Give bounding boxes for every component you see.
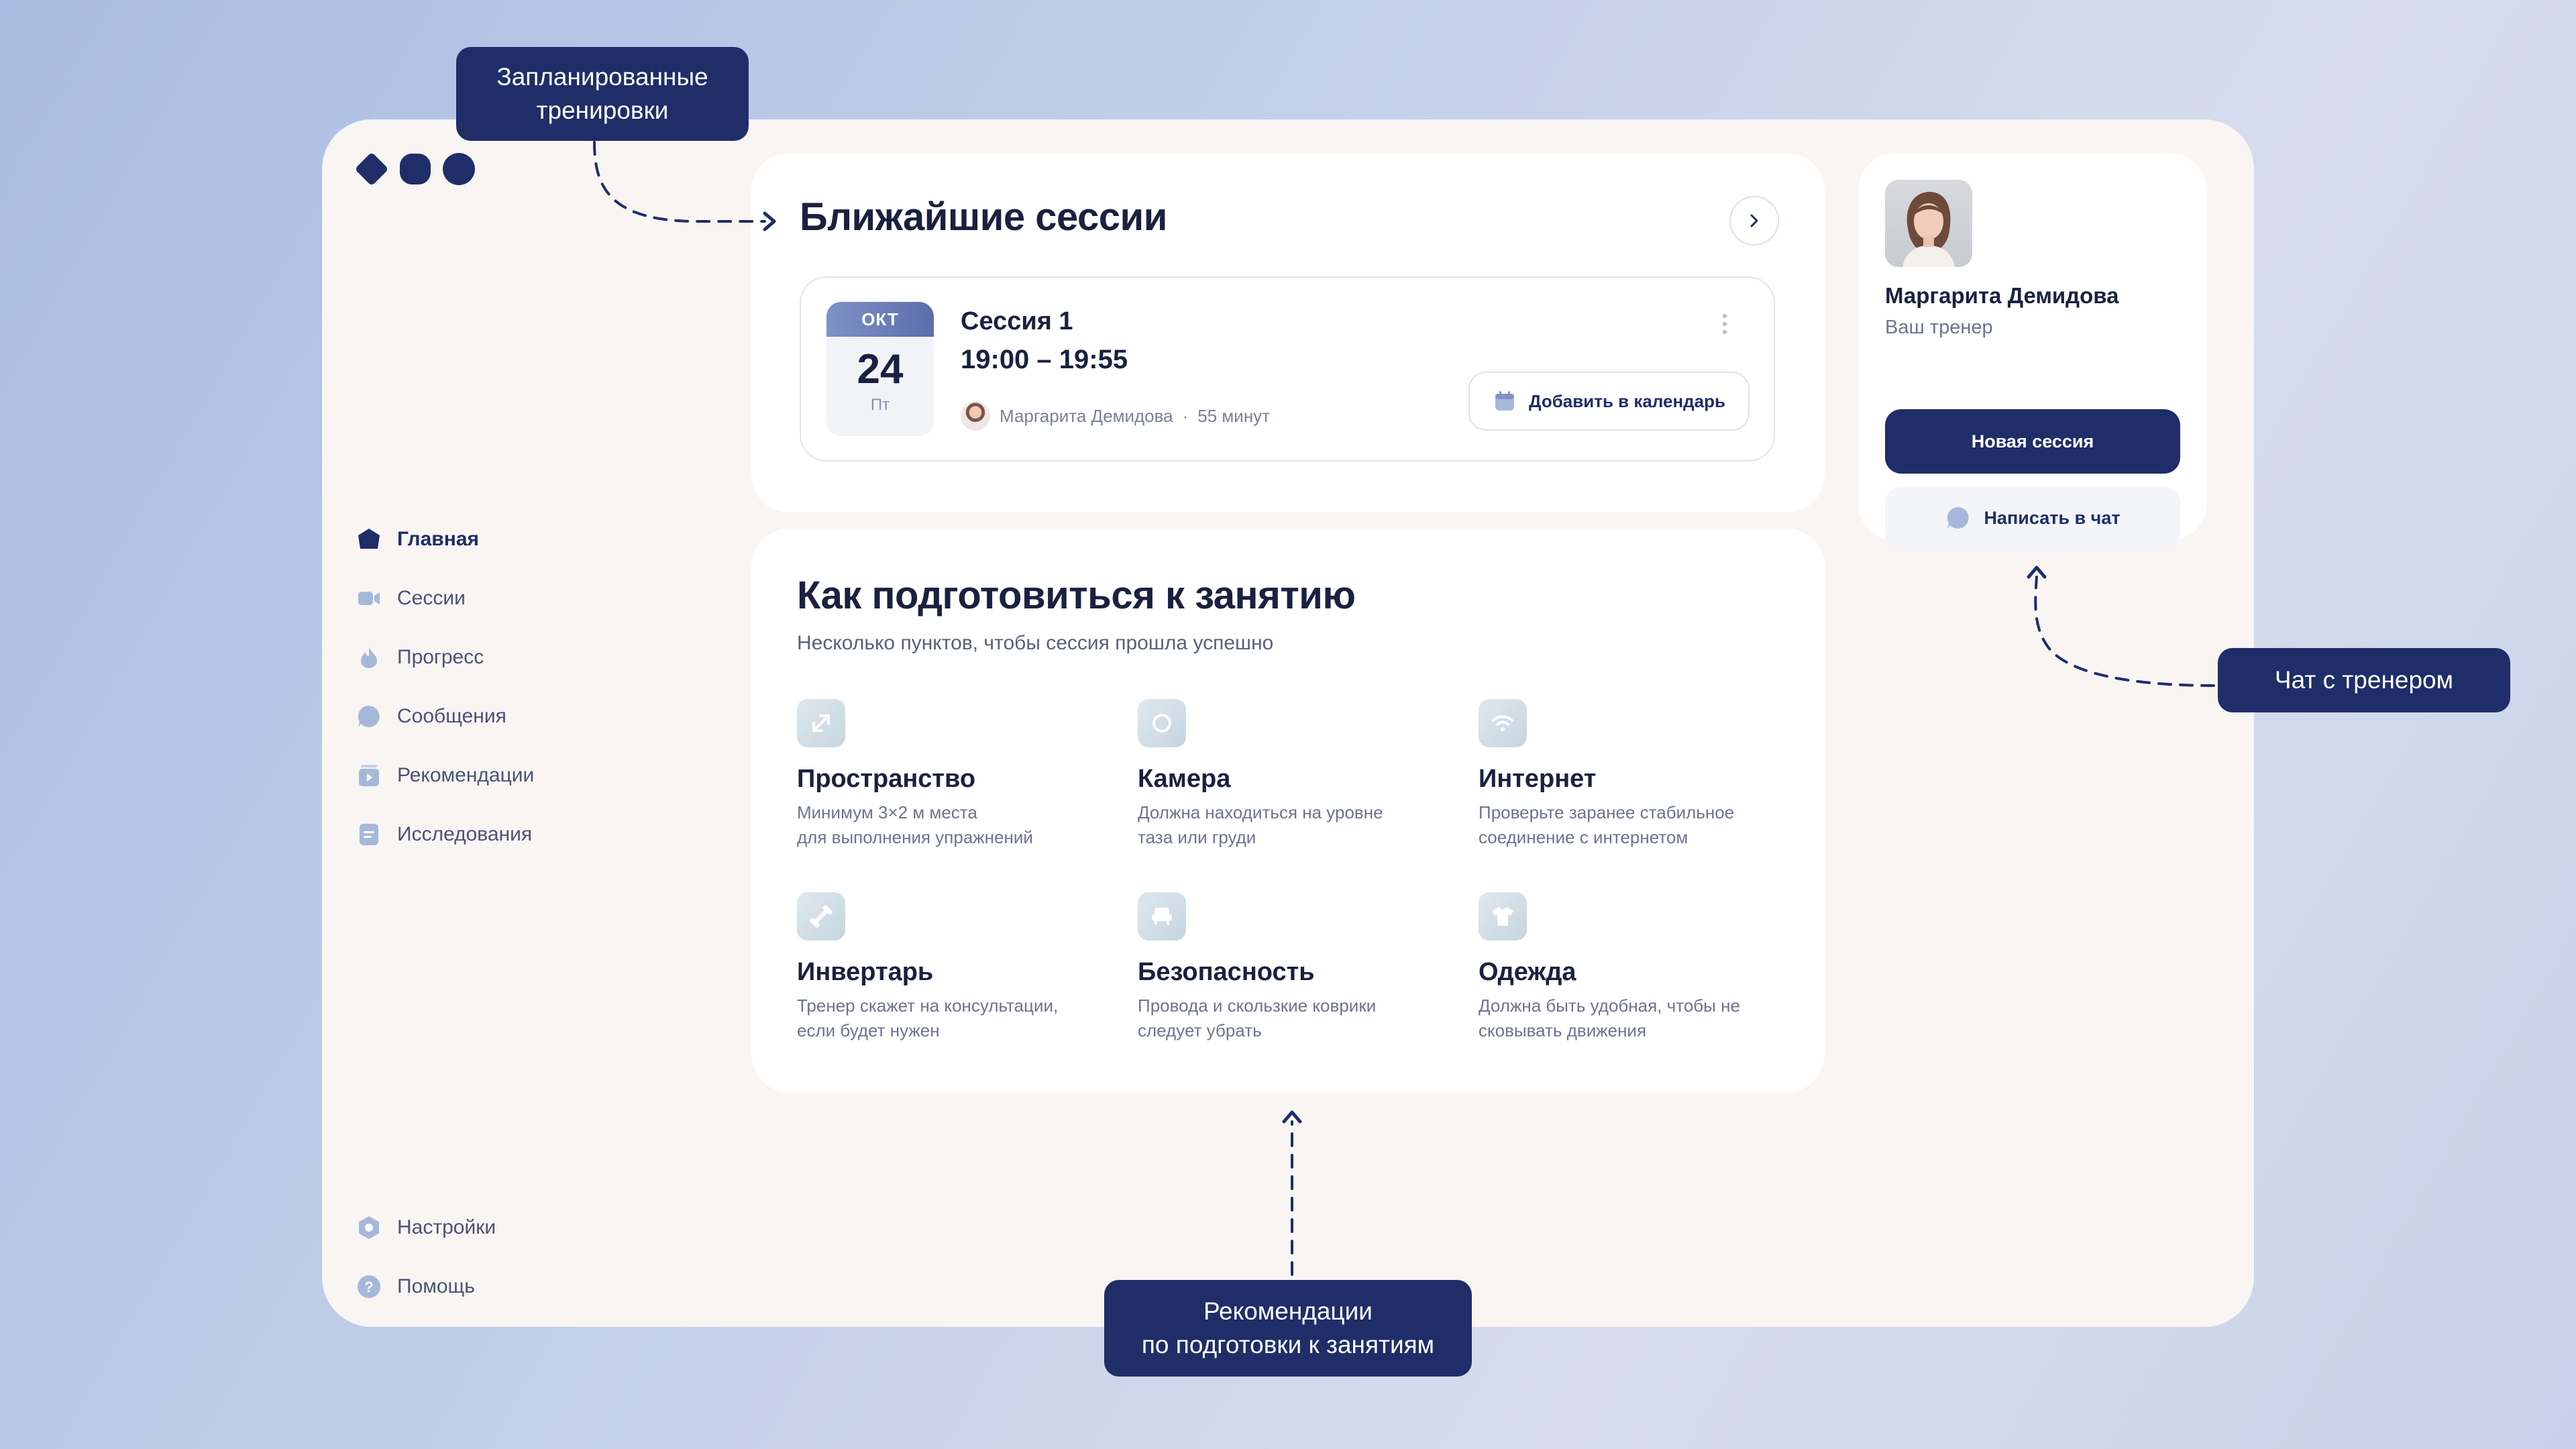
upcoming-sessions-card: Ближайшие сессии ОКТ 24 Пт Сессия 1 19:0…: [751, 153, 1825, 513]
tip-description: Должна находиться на уровне таза или гру…: [1138, 802, 1383, 847]
sidebar-item-label: Главная: [397, 528, 480, 550]
add-to-calendar-button[interactable]: Добавить в календарь: [1468, 372, 1750, 431]
preparation-subtitle: Несколько пунктов, чтобы сессия прошла у…: [797, 632, 1274, 654]
write-to-chat-button[interactable]: Написать в чат: [1885, 487, 2180, 549]
callout-text: Рекомендации по подготовки к занятиям: [1141, 1297, 1435, 1358]
dumbbell-icon: [797, 892, 845, 941]
callout-recommendations: Рекомендации по подготовки к занятиям: [1104, 1280, 1472, 1377]
tip-safety: Безопасность Провода и скользкие коврики…: [1138, 892, 1446, 1043]
calendar-icon: [1495, 391, 1514, 411]
coach-name: Маргарита Демидова: [1885, 283, 2119, 308]
home-icon: [356, 526, 382, 553]
svg-text:?: ?: [364, 1279, 373, 1295]
tip-internet: Интернет Проверьте заранее стабильное со…: [1479, 699, 1787, 850]
tip-title: Одежда: [1479, 958, 1576, 986]
wifi-icon: [1479, 699, 1527, 747]
sidebar-item-sessions[interactable]: Сессии: [356, 569, 534, 628]
sidebar-item-label: Сообщения: [397, 705, 506, 727]
app-logo[interactable]: [354, 152, 475, 186]
tip-space: Пространство Минимум 3×2 м места для вып…: [797, 699, 1106, 850]
chair-icon: [1138, 892, 1186, 941]
tip-camera: Камера Должна находиться на уровне таза …: [1138, 699, 1446, 850]
tip-title: Безопасность: [1138, 958, 1315, 986]
session-item[interactable]: ОКТ 24 Пт Сессия 1 19:00 – 19:55 Маргари…: [800, 276, 1775, 462]
more-dot-icon: [1723, 322, 1727, 326]
sessions-next-button[interactable]: [1729, 196, 1779, 246]
settings-icon: [356, 1214, 382, 1241]
logo-flower-shape: [400, 154, 431, 184]
session-date-badge: ОКТ 24 Пт: [826, 302, 934, 436]
document-icon: [356, 821, 382, 848]
app-window: Главная Сессии Прогресс Сообщения Рекоме…: [322, 119, 2254, 1327]
session-meta: Маргарита Демидова · 55 минут: [961, 401, 1270, 431]
logo-circle-shape: [443, 153, 475, 185]
tip-title: Камера: [1138, 765, 1231, 793]
preparation-title: Как подготовиться к занятию: [797, 574, 1356, 617]
sidebar-item-recommendations[interactable]: Рекомендации: [356, 746, 534, 805]
preparation-card: Как подготовиться к занятию Несколько пу…: [751, 529, 1825, 1092]
session-weekday: Пт: [870, 396, 890, 414]
help-icon: ?: [356, 1273, 382, 1300]
play-icon: [356, 762, 382, 789]
sidebar-item-home[interactable]: Главная: [356, 510, 534, 569]
callout-scheduled-workouts: Запланированные тренировки: [456, 47, 749, 141]
tip-description: Минимум 3×2 м места для выполнения упраж…: [797, 802, 1033, 847]
shirt-icon: [1479, 892, 1527, 941]
sessions-title: Ближайшие сессии: [800, 195, 1167, 239]
tip-description: Должна быть удобная, чтобы не сковывать …: [1479, 996, 1740, 1040]
camera-icon: [1138, 699, 1186, 747]
chevron-right-icon: [1750, 214, 1758, 227]
callout-text: Чат с тренером: [2274, 666, 2454, 694]
coach-card: Маргарита Демидова Ваш тренер Новая сесс…: [1858, 153, 2207, 549]
tip-description: Тренер скажет на консультации, если буде…: [797, 996, 1059, 1040]
session-time: 19:00 – 19:55: [961, 345, 1128, 374]
sidebar-item-progress[interactable]: Прогресс: [356, 628, 534, 687]
chat-bubble-icon: [1947, 506, 1970, 529]
tip-clothing: Одежда Должна быть удобная, чтобы не ско…: [1479, 892, 1787, 1043]
session-duration: 55 минут: [1197, 405, 1271, 426]
tip-title: Инвертарь: [797, 958, 934, 986]
session-month: ОКТ: [826, 302, 934, 337]
write-to-chat-label: Написать в чат: [1984, 507, 2121, 528]
sidebar-item-label: Помощь: [397, 1275, 475, 1297]
tip-title: Интернет: [1479, 765, 1597, 793]
sidebar-item-messages[interactable]: Сообщения: [356, 687, 534, 746]
tip-description: Провода и скользкие коврики следует убра…: [1138, 996, 1377, 1040]
session-day: 24: [857, 346, 904, 392]
sidebar-item-help[interactable]: ? Помощь: [356, 1257, 496, 1316]
sidebar-item-label: Прогресс: [397, 646, 484, 668]
trainer-avatar: [961, 401, 990, 431]
logo-diamond-shape: [354, 152, 389, 186]
callout-text: Запланированные тренировки: [496, 63, 708, 124]
message-icon: [356, 703, 382, 730]
sidebar-item-label: Рекомендации: [397, 764, 535, 786]
coach-photo: [1885, 180, 1972, 267]
sidebar-item-label: Настройки: [397, 1216, 496, 1238]
sidebar-item-settings[interactable]: Настройки: [356, 1198, 496, 1257]
expand-icon: [797, 699, 845, 747]
tip-description: Проверьте заранее стабильное соединение …: [1479, 802, 1735, 847]
progress-icon: [356, 644, 382, 671]
sidebar-nav: Главная Сессии Прогресс Сообщения Рекоме…: [356, 510, 534, 864]
more-dot-icon: [1723, 330, 1727, 334]
sidebar-item-label: Исследования: [397, 823, 533, 845]
session-trainer: Маргарита Демидова: [1000, 405, 1173, 426]
new-session-button[interactable]: Новая сессия: [1885, 409, 2180, 474]
video-icon: [356, 585, 382, 612]
meta-separator: ·: [1182, 405, 1189, 426]
coach-role: Ваш тренер: [1885, 317, 1993, 338]
session-title: Сессия 1: [961, 307, 1073, 335]
tip-equipment: Инвертарь Тренер скажет на консультации,…: [797, 892, 1106, 1043]
session-more-button[interactable]: [1723, 314, 1728, 334]
sidebar-item-label: Сессии: [397, 587, 466, 609]
sidebar-item-research[interactable]: Исследования: [356, 805, 534, 864]
more-dot-icon: [1723, 314, 1727, 318]
sidebar-bottom-nav: Настройки ? Помощь: [356, 1198, 496, 1316]
add-to-calendar-label: Добавить в календарь: [1529, 390, 1725, 411]
callout-chat-with-coach: Чат с тренером: [2218, 648, 2510, 712]
tip-title: Пространство: [797, 765, 976, 793]
